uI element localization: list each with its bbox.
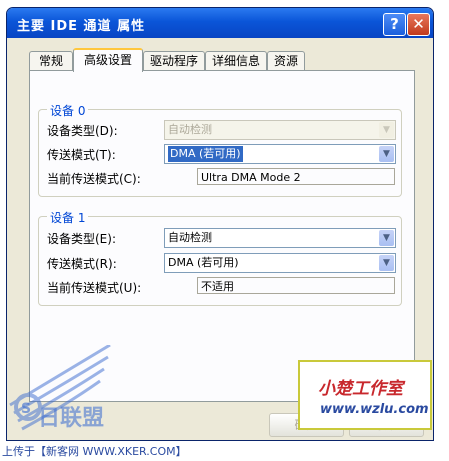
device1-type-label: 设备类型(E): [47,232,116,246]
help-button[interactable]: ? [383,13,406,36]
device1-mode-value: DMA (若可用) [168,256,239,269]
watermark-title: 小楚工作室 [318,379,403,399]
tab-driver[interactable]: 驱动程序 [143,51,205,70]
tab-details[interactable]: 详细信息 [205,51,267,70]
device0-mode-label: 传送模式(T): [47,148,116,162]
device0-type-select[interactable]: 自动检测 ▼ [164,120,396,140]
device0-group: 设备 0 设备类型(D): 自动检测 ▼ 传送模式(T): DMA (若可用) … [38,102,402,197]
watermark-url: www.wzlu.com [320,402,429,417]
device1-current-value: 不适用 [197,277,395,294]
device0-type-value: 自动检测 [168,123,212,136]
svg-text:S: S [21,401,31,417]
watermark-logo-text: 日联盟 [38,406,105,431]
chevron-down-icon: ▼ [379,255,394,271]
chevron-down-icon: ▼ [379,230,394,246]
device1-mode-label: 传送模式(R): [47,257,117,271]
device1-group-label: 设备 1 [47,209,89,226]
device0-type-label: 设备类型(D): [47,124,118,138]
window-title: 主要 IDE 通道 属性 [17,19,146,34]
tab-advanced[interactable]: 高级设置 [73,48,143,72]
device1-type-value: 自动检测 [168,231,212,244]
device1-mode-select[interactable]: DMA (若可用) ▼ [164,253,396,273]
chevron-down-icon: ▼ [379,122,394,138]
device0-current-label: 当前传送模式(C): [47,172,141,186]
tab-general[interactable]: 常规 [29,51,73,70]
close-button[interactable]: ✕ [407,13,430,36]
device1-type-select[interactable]: 自动检测 ▼ [164,228,396,248]
tab-resources[interactable]: 资源 [267,51,305,70]
device0-mode-value: DMA (若可用) [168,146,243,162]
device0-group-label: 设备 0 [47,102,89,119]
studio-watermark: 小楚工作室 www.wzlu.com [298,360,432,430]
device0-mode-select[interactable]: DMA (若可用) ▼ [164,144,396,164]
upload-footer: 上传于【新客网 WWW.XKER.COM】 [2,445,187,458]
device1-group: 设备 1 设备类型(E): 自动检测 ▼ 传送模式(R): DMA (若可用) … [38,209,402,306]
chevron-down-icon: ▼ [379,146,394,162]
device0-current-value: Ultra DMA Mode 2 [197,168,395,185]
title-bar[interactable]: 主要 IDE 通道 属性 ? ✕ [7,8,433,38]
device1-current-label: 当前传送模式(U): [47,281,142,295]
